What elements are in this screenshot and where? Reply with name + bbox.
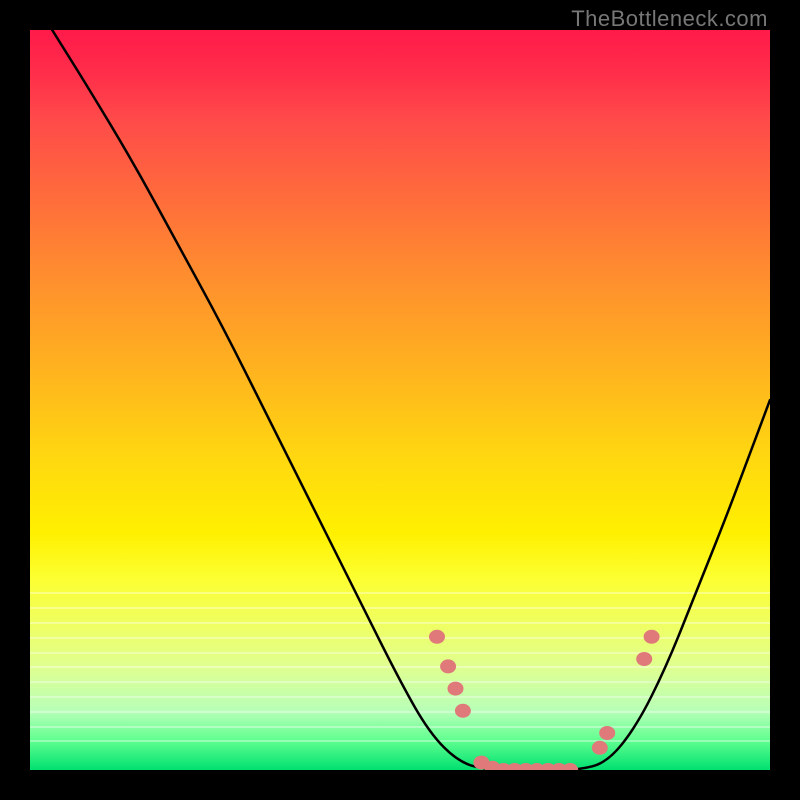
marker-point	[562, 763, 578, 770]
marker-point	[429, 630, 445, 644]
marker-point	[440, 659, 456, 673]
marker-point	[592, 741, 608, 755]
marker-point	[644, 630, 660, 644]
marker-point	[636, 652, 652, 666]
chart-svg	[30, 30, 770, 770]
attribution-label: TheBottleneck.com	[571, 6, 768, 32]
highlight-markers	[429, 630, 660, 770]
bottleneck-curve-line	[52, 30, 770, 770]
marker-point	[448, 682, 464, 696]
marker-point	[455, 704, 471, 718]
marker-point	[599, 726, 615, 740]
chart-plot-area	[30, 30, 770, 770]
